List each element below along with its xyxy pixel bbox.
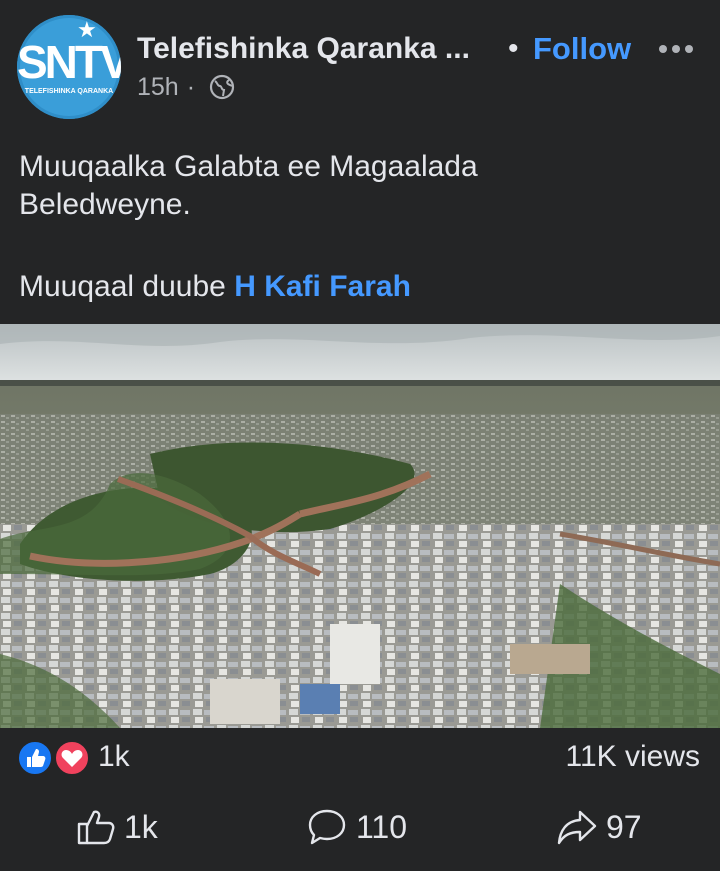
comment-button[interactable]: 110 [306,806,407,848]
avatar-subtitle: TELEFISHINKA QARANKA [24,88,114,95]
post-photo[interactable] [0,324,720,728]
page-avatar[interactable]: ★ SNTV TELEFISHINKA QARANKA [17,15,121,119]
reaction-count[interactable]: 1k [98,738,130,776]
view-count: 11K views [565,740,700,773]
like-button[interactable]: 1k [76,806,158,848]
separator-dot: • [508,32,519,65]
globe-icon [209,74,235,100]
share-icon [557,810,597,845]
reaction-icons[interactable] [17,740,93,776]
post-time[interactable]: 15h [137,73,179,101]
comment-count: 110 [356,808,408,845]
share-count: 97 [606,808,642,845]
post-credit-line: Muuqaal duube H Kafi Farah [19,268,699,306]
comment-icon [308,809,346,845]
post-text-line: Beledweyne. [19,188,191,221]
post-meta: 15h · [137,73,196,101]
page-name-link[interactable]: Telefishinka Qaranka ... [137,30,470,68]
credit-prefix: Muuqaal duube [19,270,226,303]
like-reaction-icon [17,740,53,776]
thumbs-up-icon [77,810,115,845]
like-count: 1k [124,808,158,845]
follow-button[interactable]: Follow [533,30,631,68]
post-text: Muuqaalka Galabta ee Magaalada Beledweyn… [19,148,699,306]
post-text-line: Muuqaalka Galabta ee Magaalada [19,150,478,183]
avatar-logo-text: SNTV [17,36,121,88]
mention-link[interactable]: H Kafi Farah [234,270,411,303]
love-reaction-icon [54,740,90,776]
share-button[interactable]: 97 [556,806,642,848]
more-icon[interactable] [659,40,699,60]
